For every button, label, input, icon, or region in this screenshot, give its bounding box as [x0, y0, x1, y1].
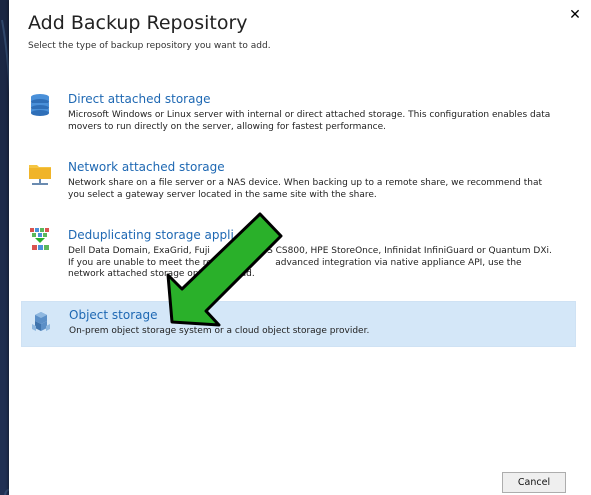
option-description: On-prem object storage system or a cloud… [69, 326, 370, 336]
option-title: Deduplicating storage appli [68, 228, 234, 242]
option-direct-attached-storage[interactable]: Direct attached storage Microsoft Window… [21, 86, 576, 142]
cubes-icon [32, 312, 50, 331]
option-title: Direct attached storage [68, 92, 211, 106]
dedup-icon [30, 228, 49, 250]
option-deduplicating-storage-appliance[interactable]: Deduplicating storage appli Dell Data Do… [21, 222, 576, 292]
option-title: Object storage [69, 308, 158, 322]
option-title: Network attached storage [68, 160, 225, 174]
dialog-subtitle: Select the type of backup repository you… [28, 41, 271, 51]
add-backup-repository-dialog: Add Backup Repository Select the type of… [9, 0, 591, 495]
option-description: Microsoft Windows or Linux server with i… [68, 110, 551, 132]
database-icon [31, 94, 49, 116]
option-description: Network share on a file server or a NAS … [68, 178, 543, 200]
folder-icon [29, 165, 51, 185]
close-icon[interactable]: ✕ [568, 8, 582, 22]
option-object-storage[interactable]: Object storage On-prem object storage sy… [21, 301, 576, 347]
option-description: Dell Data Domain, ExaGrid, Fuji S CS800,… [68, 246, 555, 279]
option-network-attached-storage[interactable]: Network attached storage Network share o… [21, 154, 576, 210]
cancel-button[interactable]: Cancel [502, 472, 566, 493]
dialog-title: Add Backup Repository [28, 12, 248, 34]
